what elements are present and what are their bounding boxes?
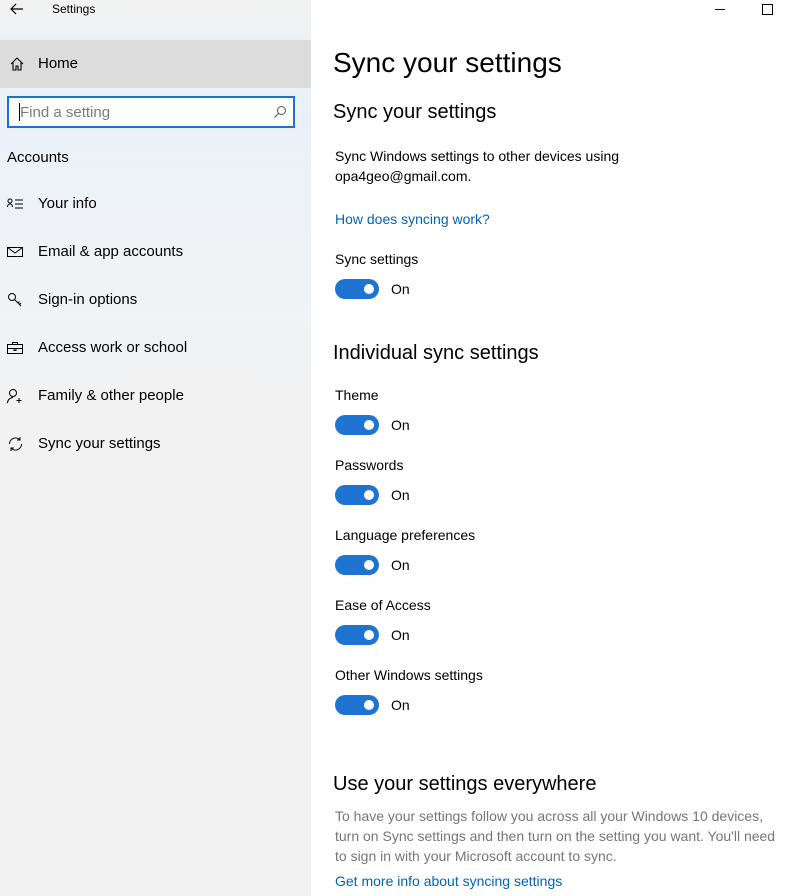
ease-of-access-toggle[interactable]: [335, 625, 379, 645]
app-title: Settings: [52, 2, 96, 16]
sync-settings-state: On: [391, 281, 410, 297]
main-content: Sync your settings Sync your settings Sy…: [311, 0, 800, 896]
language-preferences-toggle[interactable]: [335, 555, 379, 575]
description-line: to sign in with your Microsoft account t…: [335, 848, 617, 864]
theme-state: On: [391, 417, 410, 433]
ease-of-access-label: Ease of Access: [335, 597, 431, 613]
minimize-button[interactable]: [700, 0, 740, 18]
sidebar: Settings Home Accounts Your info Email &…: [0, 0, 311, 896]
home-icon: [10, 57, 24, 71]
toggle-knob: [364, 700, 374, 710]
individual-sync-heading: Individual sync settings: [333, 342, 539, 364]
toggle-knob: [364, 284, 374, 294]
how-syncing-works-link[interactable]: How does syncing work?: [335, 211, 490, 227]
language-preferences-state: On: [391, 557, 410, 573]
ease-of-access-state: On: [391, 627, 410, 643]
passwords-toggle[interactable]: [335, 485, 379, 505]
other-windows-settings-label: Other Windows settings: [335, 667, 483, 683]
person-add-icon: [7, 389, 22, 404]
theme-toggle[interactable]: [335, 415, 379, 435]
sync-description-line2: opa4geo@gmail.com.: [335, 168, 472, 184]
toggle-knob: [364, 630, 374, 640]
sidebar-item-work-school[interactable]: Access work or school: [0, 328, 311, 368]
minimize-icon: [715, 9, 725, 10]
sidebar-item-email[interactable]: Email & app accounts: [0, 232, 311, 272]
sync-settings-label: Sync settings: [335, 251, 419, 267]
mail-icon: [7, 247, 23, 257]
sidebar-item-your-info[interactable]: Your info: [0, 184, 311, 224]
toggle-knob: [364, 420, 374, 430]
sidebar-item-sign-in[interactable]: Sign-in options: [0, 280, 311, 320]
sync-heading: Sync your settings: [333, 101, 497, 123]
sidebar-item-label: Family & other people: [38, 387, 184, 404]
search-input[interactable]: [9, 98, 270, 126]
text-caret: [19, 103, 20, 121]
search-box[interactable]: [7, 96, 295, 128]
description-line: To have your settings follow you across …: [335, 808, 763, 824]
other-windows-settings-toggle[interactable]: [335, 695, 379, 715]
maximize-icon: [761, 3, 773, 15]
other-windows-settings-state: On: [391, 697, 410, 713]
home-nav-item[interactable]: Home: [0, 40, 311, 88]
sidebar-item-label: Sync your settings: [38, 435, 161, 452]
toggle-knob: [364, 560, 374, 570]
person-card-icon: [7, 198, 23, 209]
sync-icon: [8, 437, 23, 451]
briefcase-icon: [7, 342, 23, 354]
more-info-syncing-link[interactable]: Get more info about syncing settings: [335, 873, 562, 889]
sidebar-item-label: Email & app accounts: [38, 243, 184, 260]
back-button[interactable]: [8, 0, 26, 18]
sync-description-line1: Sync Windows settings to other devices u…: [335, 148, 620, 164]
sidebar-item-label: Access work or school: [38, 339, 188, 356]
sidebar-item-label: Sign-in options: [38, 291, 138, 308]
sidebar-item-label: Your info: [38, 195, 97, 212]
home-label: Home: [38, 55, 79, 72]
key-icon: [8, 293, 22, 307]
use-settings-everywhere-heading: Use your settings everywhere: [333, 773, 597, 795]
passwords-state: On: [391, 487, 410, 503]
section-title-accounts: Accounts: [7, 149, 69, 166]
toggle-knob: [364, 490, 374, 500]
page-title: Sync your settings: [333, 47, 562, 78]
title-bar: Settings: [0, 0, 311, 20]
language-preferences-label: Language preferences: [335, 527, 476, 543]
passwords-label: Passwords: [335, 457, 404, 473]
theme-label: Theme: [335, 387, 379, 403]
maximize-button[interactable]: [747, 0, 787, 18]
sync-settings-toggle[interactable]: [335, 279, 379, 299]
sidebar-item-family[interactable]: Family & other people: [0, 376, 311, 416]
description-line: turn on Sync settings and then turn on t…: [335, 828, 776, 844]
sidebar-item-sync[interactable]: Sync your settings: [0, 424, 311, 464]
use-settings-everywhere-description: To have your settings follow you across …: [335, 806, 800, 866]
arrow-left-icon: [10, 3, 23, 15]
search-icon[interactable]: [273, 105, 287, 119]
